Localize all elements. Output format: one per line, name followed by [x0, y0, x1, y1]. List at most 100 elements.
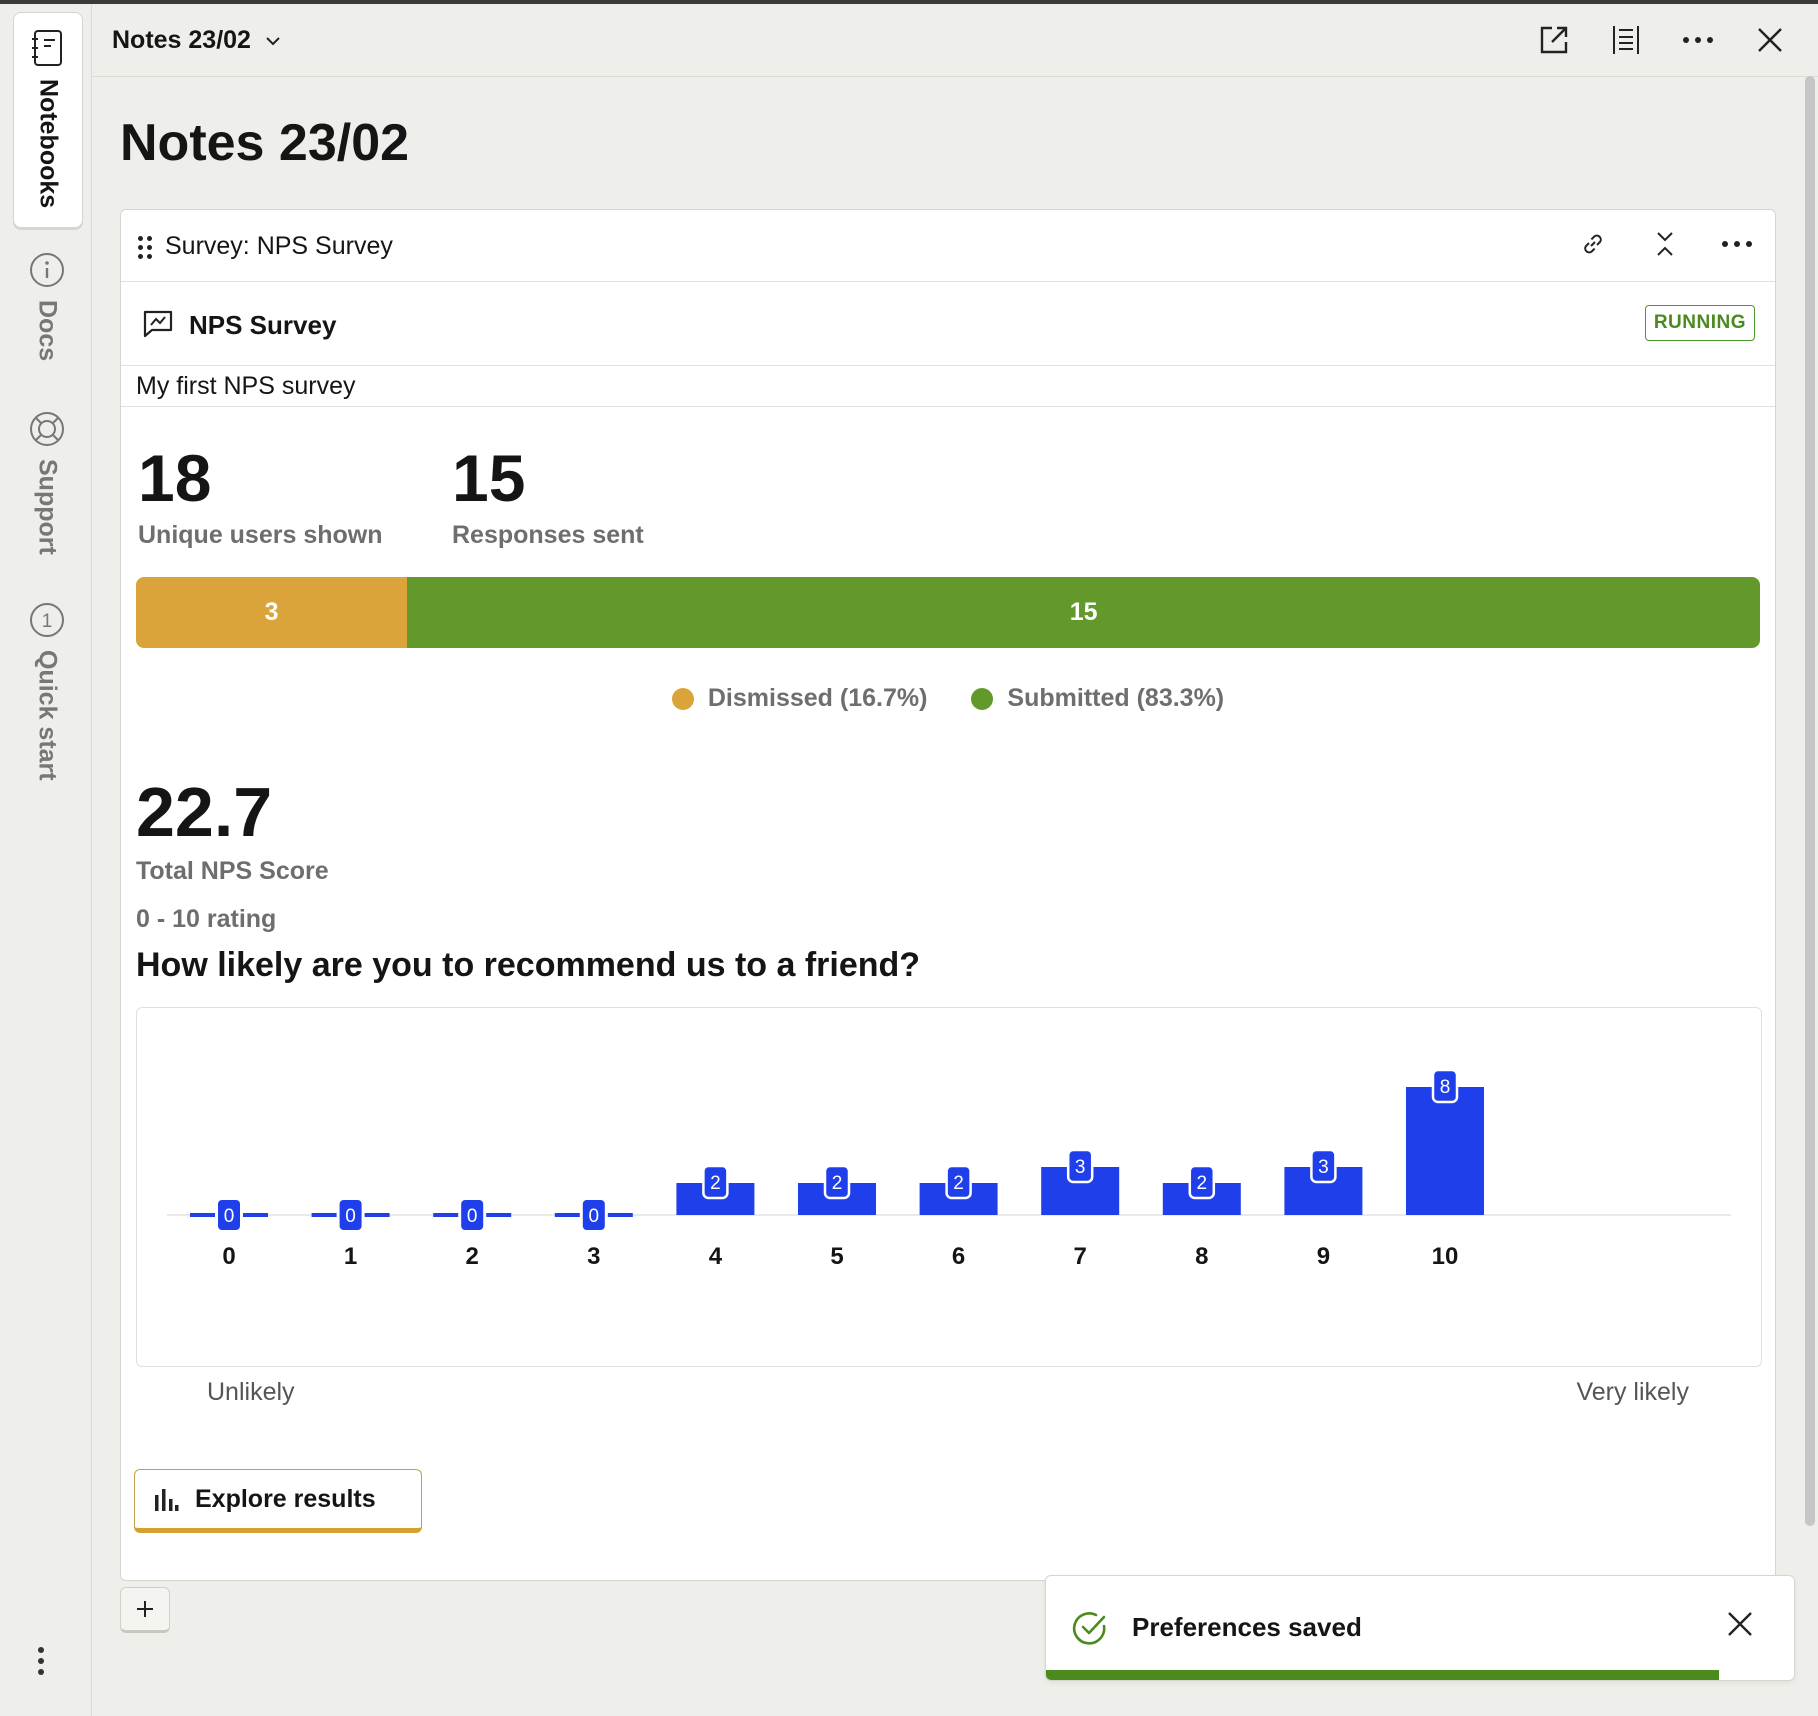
chart-tick-label: 9 — [1317, 1243, 1330, 1270]
quick-start-icon: 1 — [30, 603, 64, 637]
rail-label-docs: Docs — [33, 300, 62, 362]
header-title: Notes 23/02 — [112, 26, 251, 54]
rail-label-notebooks: Notebooks — [34, 79, 63, 209]
chart-tick-label: 0 — [222, 1243, 235, 1270]
stat-label: Responses sent — [452, 521, 644, 549]
collapse-button[interactable] — [1647, 226, 1683, 262]
rail-tab-quick-start[interactable]: 1 Quick start — [13, 602, 81, 781]
survey-description-row: My first NPS survey — [121, 366, 1775, 407]
chart-value-label: 2 — [710, 1173, 721, 1194]
status-badge: RUNNING — [1644, 305, 1755, 341]
copy-link-button[interactable] — [1575, 226, 1611, 262]
survey-summary-row: NPS Survey RUNNING — [121, 282, 1775, 366]
chart-tick-label: 1 — [344, 1243, 357, 1270]
close-icon[interactable] — [1726, 1610, 1754, 1638]
legend-label-dismissed: Dismissed (16.7%) — [707, 684, 928, 712]
response-breakdown-bar: 3 15 — [136, 577, 1760, 648]
chart-bar — [1406, 1087, 1484, 1215]
scrollbar-thumb[interactable] — [1805, 76, 1815, 1526]
info-icon — [30, 253, 64, 287]
chart-tick-label: 8 — [1195, 1243, 1208, 1270]
chart-value-label: 2 — [953, 1173, 964, 1194]
close-panel-button[interactable] — [1752, 22, 1788, 58]
toast-progress-bar — [1046, 1670, 1720, 1680]
chart-tick-label: 2 — [466, 1243, 479, 1270]
dismissed-segment[interactable]: 3 — [136, 577, 408, 648]
stat-value: 15 — [452, 441, 526, 515]
chart-tick-label: 5 — [830, 1243, 843, 1270]
chart-tick-label: 10 — [1432, 1243, 1459, 1270]
external-link-icon — [1540, 26, 1568, 54]
chart-value-label: 8 — [1440, 1077, 1451, 1098]
chart-value-label: 0 — [224, 1206, 235, 1227]
chart-tick-label: 4 — [709, 1243, 723, 1270]
check-circle-icon — [1072, 1612, 1106, 1645]
nps-value: 22.7 — [136, 773, 273, 851]
chart-value-label: 2 — [832, 1173, 843, 1194]
open-external-button[interactable] — [1536, 22, 1572, 58]
card-more-button[interactable] — [1719, 226, 1755, 262]
stat-value: 18 — [138, 441, 212, 515]
rail-label-quick-start: Quick start — [33, 650, 62, 781]
scrollbar[interactable] — [1802, 76, 1816, 1716]
side-rail: Notebooks Docs Support 1 Quick start — [0, 4, 92, 1716]
lifebuoy-icon — [30, 412, 64, 446]
chart-value-label: 0 — [589, 1206, 600, 1227]
chevron-down-icon — [266, 36, 280, 45]
plus-icon — [137, 1601, 153, 1617]
rating-chart: 0 0 0 1 0 2 0 3 2 4 2 5 2 6 3 7 2 8 3 9 8 10 — [136, 1007, 1762, 1367]
legend-submitted: Submitted (83.3%) — [971, 684, 1224, 713]
notebook-icon — [32, 30, 62, 66]
notebook-header: Notes 23/02 — [92, 4, 1818, 77]
survey-card: Survey: NPS Survey NPS Survey RUNNING My… — [120, 209, 1776, 1581]
chart-tick-label: 3 — [587, 1243, 600, 1270]
chart-value-label: 2 — [1197, 1173, 1208, 1194]
survey-description: My first NPS survey — [136, 372, 356, 400]
link-icon — [1584, 234, 1602, 254]
add-block-button[interactable] — [120, 1587, 170, 1633]
survey-icon — [143, 310, 173, 338]
rail-label-support: Support — [33, 459, 62, 555]
legend-dot-dismissed — [671, 687, 694, 710]
table-of-contents-button[interactable] — [1608, 22, 1644, 58]
survey-name[interactable]: NPS Survey — [189, 310, 336, 341]
rating-chart-svg: 00010203242526372839810 — [167, 1068, 1731, 1270]
header-more-button[interactable] — [1680, 22, 1716, 58]
legend-dot-submitted — [971, 687, 994, 710]
legend-label-submitted: Submitted (83.3%) — [1007, 684, 1225, 712]
chart-tick-label: 7 — [1074, 1243, 1087, 1270]
close-icon — [1758, 28, 1782, 52]
chart-value-label: 3 — [1075, 1157, 1086, 1178]
more-icon — [1722, 241, 1752, 247]
scale-low-label: Unlikely — [207, 1378, 295, 1406]
toast-notification: Preferences saved — [1045, 1575, 1795, 1681]
drag-handle-icon[interactable] — [138, 236, 152, 259]
stat-responses: 15 Responses sent — [452, 445, 644, 550]
nps-score: 22.7 Total NPS Score — [136, 777, 329, 886]
bar-chart-icon — [155, 1489, 179, 1511]
stat-label: Unique users shown — [138, 521, 383, 549]
rail-more-icon[interactable] — [38, 1642, 44, 1680]
more-icon — [1683, 37, 1713, 43]
stat-unique-users: 18 Unique users shown — [138, 445, 382, 550]
chart-tick-label: 6 — [952, 1243, 965, 1270]
scale-high-label: Very likely — [1576, 1378, 1689, 1406]
chart-value-label: 0 — [467, 1206, 478, 1227]
rail-tab-support[interactable]: Support — [13, 411, 81, 555]
card-title: Survey: NPS Survey — [165, 232, 393, 260]
collapse-icon — [1657, 232, 1673, 256]
submitted-segment[interactable]: 15 — [407, 577, 1760, 648]
page-title[interactable]: Notes 23/02 — [120, 113, 409, 173]
notebook-switcher[interactable]: Notes 23/02 — [112, 26, 281, 55]
table-of-contents-icon — [1613, 26, 1639, 54]
explore-results-button[interactable]: Explore results — [134, 1469, 422, 1533]
toast-message: Preferences saved — [1132, 1612, 1362, 1642]
rail-tab-docs[interactable]: Docs — [13, 252, 81, 361]
breakdown-legend: Dismissed (16.7%) Submitted (83.3%) — [121, 684, 1775, 713]
rail-tab-notebooks[interactable]: Notebooks — [13, 12, 83, 228]
quick-start-badge: 1 — [42, 611, 53, 632]
explore-results-label: Explore results — [195, 1484, 376, 1513]
nps-label: Total NPS Score — [136, 857, 329, 885]
legend-dismissed: Dismissed (16.7%) — [671, 684, 928, 713]
survey-question: How likely are you to recommend us to a … — [136, 946, 921, 984]
